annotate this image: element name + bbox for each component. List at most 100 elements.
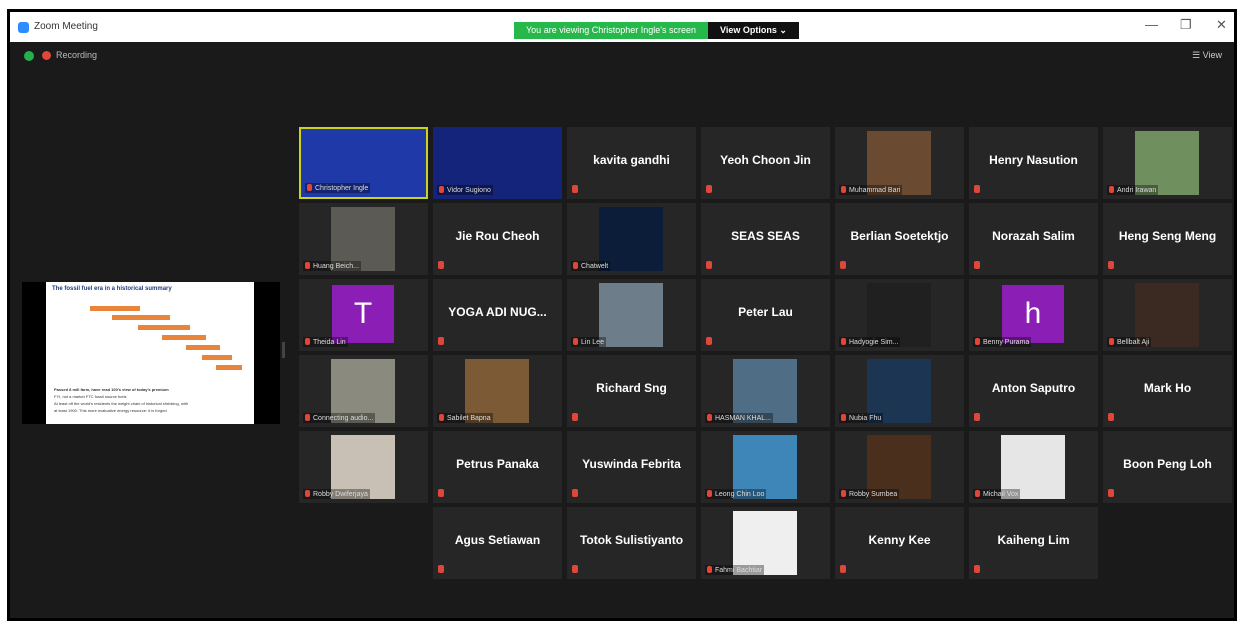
participant-name-label: Hadyogie Sim... (849, 339, 899, 346)
participant-name-label: Lin Lee (581, 339, 604, 346)
shared-slide: The fossil fuel era in a historical summ… (46, 282, 254, 424)
participant-tile[interactable]: Kenny Kee (835, 507, 964, 579)
muted-mic-icon (707, 566, 712, 573)
participant-tile[interactable]: Mark Ho (1103, 355, 1232, 427)
participant-label: Vidor Sugiono (437, 185, 493, 195)
participant-tile[interactable]: Michail Vox (969, 431, 1098, 503)
participant-name-label: Michail Vox (983, 491, 1019, 498)
participant-tile[interactable]: Leong Chin Loo (701, 431, 830, 503)
muted-mic-icon (706, 261, 712, 269)
participant-tile[interactable]: Huang Beich... (299, 203, 428, 275)
muted-mic-icon (841, 186, 846, 193)
participant-tile[interactable]: Agus Setiawan (433, 507, 562, 579)
participant-tile[interactable]: Peter Lau (701, 279, 830, 351)
muted-mic-icon (706, 185, 712, 193)
participant-tile[interactable]: Henry Nasution (969, 127, 1098, 199)
participant-name: Totok Sulistiyanto (579, 533, 684, 547)
participant-name-label: Vidor Sugiono (447, 187, 491, 194)
participant-tile[interactable]: Richard Sng (567, 355, 696, 427)
participant-tile[interactable]: Christopher Ingle (299, 127, 428, 199)
resize-handle[interactable] (282, 342, 285, 358)
participant-name: Henry Nasution (989, 153, 1078, 167)
participant-name: Yuswinda Febrita (582, 457, 681, 471)
participant-tile[interactable]: Heng Seng Meng (1103, 203, 1232, 275)
timeline-bar (112, 315, 170, 320)
participant-tile[interactable]: Anton Saputro (969, 355, 1098, 427)
participant-name: YOGA ADI NUG... (448, 305, 547, 319)
muted-mic-icon (974, 565, 980, 573)
participant-name: Berlian Soetektjo (850, 229, 949, 243)
participant-tile[interactable]: Lin Lee (567, 279, 696, 351)
participant-tile[interactable]: Kaiheng Lim (969, 507, 1098, 579)
close-icon[interactable]: ✕ (1216, 17, 1227, 33)
recording-label: Recording (56, 50, 98, 60)
participant-tile[interactable]: Bellbalt Aji (1103, 279, 1232, 351)
participant-tile[interactable]: Yuswinda Febrita (567, 431, 696, 503)
muted-mic-icon (707, 414, 712, 421)
zoom-window: Zoom Meeting You are viewing Christopher… (7, 9, 1237, 621)
slide-text: at least 1900. This more evaluative ener… (54, 408, 167, 413)
participant-label: Robby Dwiferjaya (303, 489, 370, 499)
participant-tile[interactable]: Robby Sumbea (835, 431, 964, 503)
participant-tile[interactable]: HASMAN KHAL... (701, 355, 830, 427)
participant-tile[interactable]: YOGA ADI NUG... (433, 279, 562, 351)
participant-name: Petrus Panaka (456, 457, 539, 471)
participant-tile[interactable]: Vidor Sugiono (433, 127, 562, 199)
participant-label: Huang Beich... (303, 261, 361, 271)
participant-name-label: Theida Lin (313, 339, 346, 346)
viewing-screen-label: You are viewing Christopher Ingle's scre… (514, 22, 708, 39)
shared-screen-thumbnail[interactable]: The fossil fuel era in a historical summ… (22, 282, 280, 424)
title-bar: Zoom Meeting You are viewing Christopher… (10, 12, 1234, 42)
participant-tile[interactable]: T Theida Lin (299, 279, 428, 351)
participant-label: Muhammad Bari (839, 185, 903, 195)
muted-mic-icon (841, 414, 846, 421)
participant-tile[interactable]: Berlian Soetektjo (835, 203, 964, 275)
participant-name: Peter Lau (738, 305, 793, 319)
muted-mic-icon (307, 184, 312, 191)
view-layout-button[interactable]: ☰ View (1192, 50, 1222, 61)
participant-tile[interactable]: Connecting audio... (299, 355, 428, 427)
timeline-bar (90, 306, 140, 311)
participant-tile[interactable]: Andri Irawan (1103, 127, 1232, 199)
muted-mic-icon (305, 490, 310, 497)
participant-label: Michail Vox (973, 489, 1021, 499)
participant-name-label: Chatwelt (581, 263, 609, 270)
participant-name-label: Robby Sumbea (849, 491, 898, 498)
participant-tile[interactable]: kavita gandhi (567, 127, 696, 199)
participant-tile[interactable]: Fahmi Bachtiar (701, 507, 830, 579)
participant-tile[interactable]: Nubia Fhu (835, 355, 964, 427)
participant-tile[interactable]: Petrus Panaka (433, 431, 562, 503)
maximize-icon[interactable]: ❐ (1180, 17, 1192, 33)
muted-mic-icon (572, 185, 578, 193)
participant-tile[interactable]: Jie Rou Cheoh (433, 203, 562, 275)
participant-tile[interactable]: Chatwelt (567, 203, 696, 275)
participant-tile[interactable]: Totok Sulistiyanto (567, 507, 696, 579)
muted-mic-icon (572, 565, 578, 573)
slide-text: Passed 8 mill farm, have read 100's view… (54, 387, 169, 392)
slide-title: The fossil fuel era in a historical summ… (52, 286, 172, 292)
participant-name: Richard Sng (596, 381, 667, 395)
participant-name-label: Leong Chin Loo (715, 491, 765, 498)
participant-tile[interactable]: Hadyogie Sim... (835, 279, 964, 351)
participant-tile[interactable]: h Benny Purama (969, 279, 1098, 351)
window-title: Zoom Meeting (34, 21, 98, 32)
security-shield-icon[interactable] (24, 51, 34, 61)
participant-tile[interactable]: Boon Peng Loh (1103, 431, 1232, 503)
participant-tile[interactable]: Muhammad Bari (835, 127, 964, 199)
participant-label: Leong Chin Loo (705, 489, 767, 499)
participant-tile[interactable]: Robby Dwiferjaya (299, 431, 428, 503)
slide-text: At least off the world's residents the w… (54, 401, 189, 406)
participant-name: Jie Rou Cheoh (455, 229, 540, 243)
participant-tile[interactable]: Norazah Salim (969, 203, 1098, 275)
muted-mic-icon (572, 489, 578, 497)
participant-name-label: Christopher Ingle (315, 185, 369, 192)
minimize-icon[interactable]: — (1145, 17, 1158, 32)
participant-tile[interactable]: Yeoh Choon Jin (701, 127, 830, 199)
screen-share-banner: You are viewing Christopher Ingle's scre… (514, 22, 799, 39)
participant-name-label: Nubia Fhu (849, 415, 882, 422)
participant-label: Benny Purama (973, 337, 1032, 347)
participant-tile[interactable]: Sabilet Bapna (433, 355, 562, 427)
participant-tile[interactable]: SEAS SEAS (701, 203, 830, 275)
muted-mic-icon (572, 413, 578, 421)
view-options-button[interactable]: View Options ⌄ (707, 22, 799, 39)
